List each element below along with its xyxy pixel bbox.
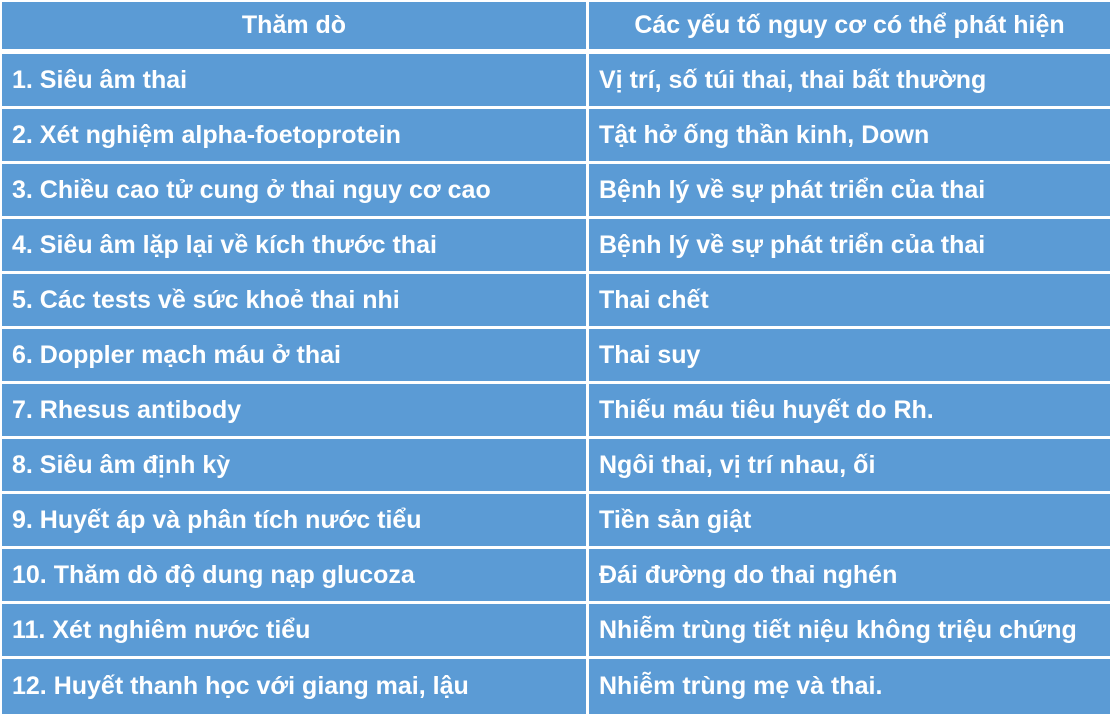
row-12-risk: Nhiễm trùng mẹ và thai.: [589, 659, 1110, 714]
row-1-exam: 1. Siêu âm thai: [2, 54, 589, 109]
row-2-exam: 2. Xét nghiệm alpha-foetoprotein: [2, 109, 589, 164]
row-7-risk: Thiếu máu tiêu huyết do Rh.: [589, 384, 1110, 439]
row-3-risk: Bệnh lý về sự phát triển của thai: [589, 164, 1110, 219]
row-2-risk: Tật hở ống thần kinh, Down: [589, 109, 1110, 164]
header-exam: Thăm dò: [2, 2, 589, 54]
row-8-exam: 8. Siêu âm định kỳ: [2, 439, 589, 494]
row-1-risk: Vị trí, số túi thai, thai bất thường: [589, 54, 1110, 109]
row-6-risk: Thai suy: [589, 329, 1110, 384]
row-9-exam: 9. Huyết áp và phân tích nước tiểu: [2, 494, 589, 549]
risk-table: Thăm dò Các yếu tố nguy cơ có thể phát h…: [2, 2, 1110, 718]
row-3-exam: 3. Chiều cao tử cung ở thai nguy cơ cao: [2, 164, 589, 219]
row-9-risk: Tiền sản giật: [589, 494, 1110, 549]
row-5-risk: Thai chết: [589, 274, 1110, 329]
row-6-exam: 6. Doppler mạch máu ở thai: [2, 329, 589, 384]
row-12-exam: 12. Huyết thanh học với giang mai, lậu: [2, 659, 589, 714]
row-10-risk: Đái đường do thai nghén: [589, 549, 1110, 604]
row-11-exam: 11. Xét nghiêm nước tiểu: [2, 604, 589, 659]
row-5-exam: 5. Các tests về sức khoẻ thai nhi: [2, 274, 589, 329]
row-8-risk: Ngôi thai, vị trí nhau, ối: [589, 439, 1110, 494]
row-11-risk: Nhiễm trùng tiết niệu không triệu chứng: [589, 604, 1110, 659]
row-4-risk: Bệnh lý về sự phát triển của thai: [589, 219, 1110, 274]
row-7-exam: 7. Rhesus antibody: [2, 384, 589, 439]
row-4-exam: 4. Siêu âm lặp lại về kích thước thai: [2, 219, 589, 274]
header-risk-factors: Các yếu tố nguy cơ có thể phát hiện: [589, 2, 1110, 54]
row-10-exam: 10. Thăm dò độ dung nạp glucoza: [2, 549, 589, 604]
